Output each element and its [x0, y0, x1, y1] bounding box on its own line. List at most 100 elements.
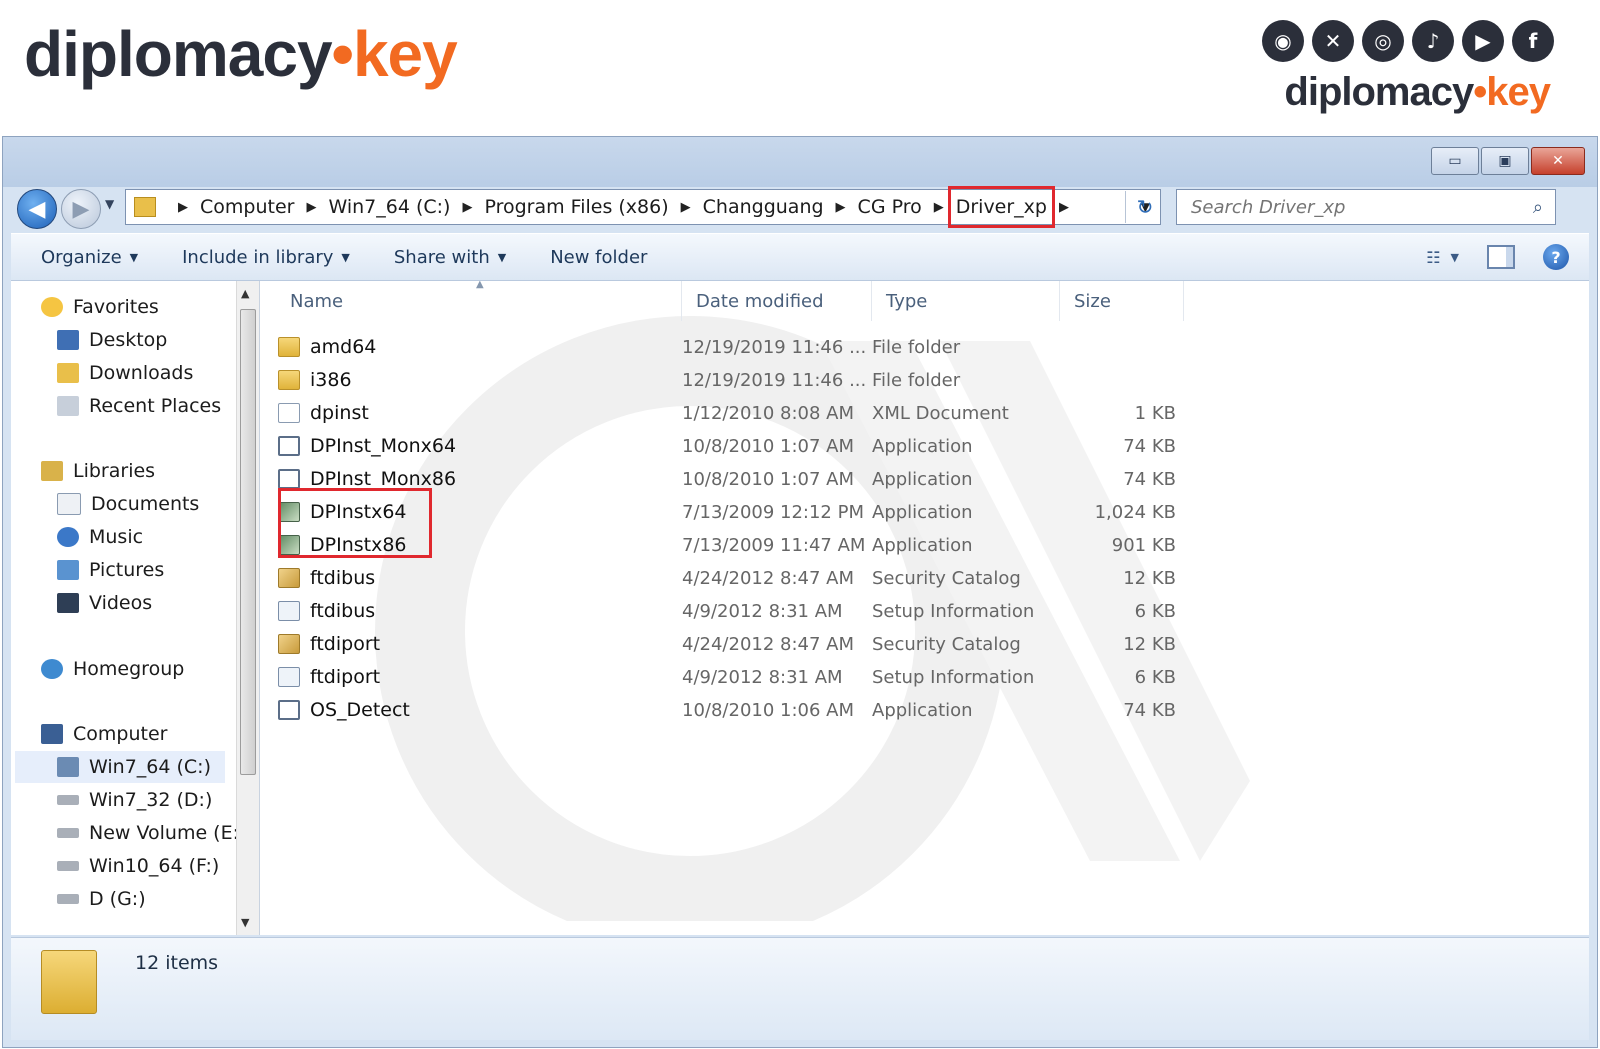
brand-word: diplomacy — [24, 18, 333, 90]
setup-information-icon — [278, 601, 300, 621]
file-row[interactable]: ftdibus 4/24/2012 8:47 AM Security Catalog… — [278, 562, 1198, 594]
title-bar: ▭ ▣ ✕ — [3, 137, 1597, 187]
nav-item-drive-g[interactable]: D (G:) — [57, 883, 146, 915]
videos-icon — [57, 593, 79, 613]
brand-dot: • — [1473, 70, 1487, 114]
desktop-icon — [57, 330, 79, 350]
nav-item-videos[interactable]: Videos — [57, 587, 152, 619]
close-button[interactable]: ✕ — [1531, 147, 1585, 175]
window-controls: ▭ ▣ ✕ — [1431, 147, 1585, 175]
brand-suffix: key — [352, 18, 458, 90]
file-row[interactable]: ftdiport 4/9/2012 8:31 AM Setup Informatio… — [278, 661, 1198, 693]
music-icon — [57, 527, 79, 547]
crumb-computer[interactable]: Computer ▶ — [200, 194, 328, 220]
nav-item-homegroup[interactable]: Homegroup — [41, 653, 184, 685]
application-icon — [278, 700, 300, 720]
instagram-icon[interactable]: ◎ — [1362, 20, 1404, 62]
search-input[interactable] — [1189, 195, 1533, 219]
navigation-scrollbar[interactable]: ▲ ▼ — [236, 281, 259, 935]
recent-places-icon — [57, 396, 79, 416]
security-catalog-icon — [278, 568, 300, 588]
youtube-icon[interactable]: ▶ — [1462, 20, 1504, 62]
chevron-right-icon: ▶ — [680, 199, 691, 215]
nav-item-favorites[interactable]: Favorites — [41, 291, 159, 323]
folder-icon — [278, 370, 300, 390]
highlight-box — [278, 488, 432, 558]
folder-icon — [278, 337, 300, 357]
homegroup-icon — [41, 659, 63, 679]
crumb-root[interactable]: ▶ — [166, 200, 200, 215]
file-row[interactable]: ftdibus 4/9/2012 8:31 AM Setup Information… — [278, 595, 1198, 627]
column-header-size[interactable]: Size — [1060, 281, 1184, 321]
file-row[interactable]: amd64 12/19/2019 11:46 ... File folder — [278, 331, 1198, 363]
chevron-right-icon: ▶ — [306, 199, 317, 215]
chevron-right-icon: ▶ — [933, 199, 944, 215]
file-row[interactable]: OS_Detect 10/8/2010 1:06 AM Application 74 … — [278, 694, 1198, 726]
column-header-date[interactable]: Date modified — [682, 281, 872, 321]
help-button[interactable]: ? — [1543, 244, 1569, 270]
file-row[interactable]: i386 12/19/2019 11:46 ... File folder — [278, 364, 1198, 396]
chevron-down-icon: ▼ — [341, 250, 350, 264]
nav-item-downloads[interactable]: Downloads — [57, 357, 193, 389]
organize-button[interactable]: Organize ▼ — [41, 247, 138, 268]
forward-button[interactable]: ▶ — [61, 189, 101, 229]
preview-pane-button[interactable] — [1487, 245, 1515, 269]
share-with-button[interactable]: Share with ▼ — [394, 247, 506, 268]
navigation-pane: Favorites Desktop Downloads Recent Place… — [11, 281, 260, 935]
back-button[interactable]: ◀ — [17, 189, 57, 229]
file-row[interactable]: dpinst 1/12/2010 8:08 AM XML Document 1 KB — [278, 397, 1198, 429]
crumb-changguang[interactable]: Changguang ▶ — [703, 194, 858, 220]
column-header-name[interactable]: Name — [260, 281, 682, 321]
search-box[interactable]: ⌕ — [1176, 189, 1556, 225]
social-icons: ◉ ✕ ◎ ♪ ▶ f — [1262, 20, 1554, 62]
maximize-button[interactable]: ▣ — [1481, 147, 1529, 175]
brand-suffix: key — [1486, 70, 1551, 114]
file-list-pane: Name Date modified Type Size ▲ amd64 12/1… — [260, 281, 1589, 935]
file-row[interactable]: ftdiport 4/24/2012 8:47 AM Security Catalo… — [278, 628, 1198, 660]
nav-item-computer[interactable]: Computer — [41, 718, 167, 750]
nav-item-drive-e[interactable]: New Volume (E:) — [57, 817, 246, 849]
tiktok-icon[interactable]: ♪ — [1412, 20, 1454, 62]
address-bar[interactable]: ▶ Computer ▶ Win7_64 (C:) ▶ Program Files … — [125, 186, 1161, 228]
minimize-button[interactable]: ▭ — [1431, 147, 1479, 175]
application-icon — [278, 436, 300, 456]
item-count: 12 items — [135, 952, 219, 974]
refresh-icon: ↻ — [1136, 195, 1154, 219]
nav-item-recent-places[interactable]: Recent Places — [57, 390, 221, 422]
nav-item-libraries[interactable]: Libraries — [41, 455, 155, 487]
x-icon[interactable]: ✕ — [1312, 20, 1354, 62]
nav-item-music[interactable]: Music — [57, 521, 143, 553]
crumb-cg-pro[interactable]: CG Pro ▶ — [858, 194, 956, 220]
nav-item-pictures[interactable]: Pictures — [57, 554, 164, 586]
facebook-icon[interactable]: f — [1512, 20, 1554, 62]
file-row[interactable]: DPInst_Monx64 10/8/2010 1:07 AM Applicatio… — [278, 430, 1198, 462]
change-view-button[interactable]: ☷ ▼ — [1426, 248, 1459, 267]
back-arrow-icon: ◀ — [28, 196, 46, 222]
scroll-down-icon[interactable]: ▼ — [241, 916, 249, 929]
chevron-right-icon: ▶ — [462, 199, 473, 215]
folder-icon — [134, 197, 156, 217]
sort-ascending-icon: ▲ — [476, 281, 484, 290]
chevron-right-icon: ▶ — [178, 199, 188, 215]
search-icon[interactable]: ⌕ — [1533, 197, 1543, 218]
new-folder-button[interactable]: New folder — [550, 247, 647, 268]
pictures-icon — [57, 560, 79, 580]
nav-item-documents[interactable]: Documents — [57, 488, 199, 520]
nav-item-drive-f[interactable]: Win10_64 (F:) — [57, 850, 219, 882]
recent-pages-dropdown[interactable]: ▼ — [105, 197, 114, 211]
nav-item-drive-c[interactable]: Win7_64 (C:) — [15, 751, 225, 783]
snapchat-icon[interactable]: ◉ — [1262, 20, 1304, 62]
crumb-drive-c[interactable]: Win7_64 (C:) ▶ — [328, 194, 484, 220]
crumb-program-files[interactable]: Program Files (x86) ▶ — [484, 194, 702, 220]
nav-item-desktop[interactable]: Desktop — [57, 324, 167, 356]
column-header-type[interactable]: Type — [872, 281, 1060, 321]
nav-item-drive-d[interactable]: Win7_32 (D:) — [57, 784, 212, 816]
scroll-up-icon[interactable]: ▲ — [241, 287, 249, 300]
include-in-library-button[interactable]: Include in library ▼ — [182, 247, 350, 268]
refresh-button[interactable]: ↻ — [1125, 191, 1164, 223]
drive-icon — [57, 795, 79, 805]
application-icon — [278, 469, 300, 489]
scrollbar-thumb[interactable] — [240, 309, 256, 775]
libraries-icon — [41, 461, 63, 481]
crumb-driver-xp[interactable]: Driver_xp ▶ — [947, 186, 1081, 228]
